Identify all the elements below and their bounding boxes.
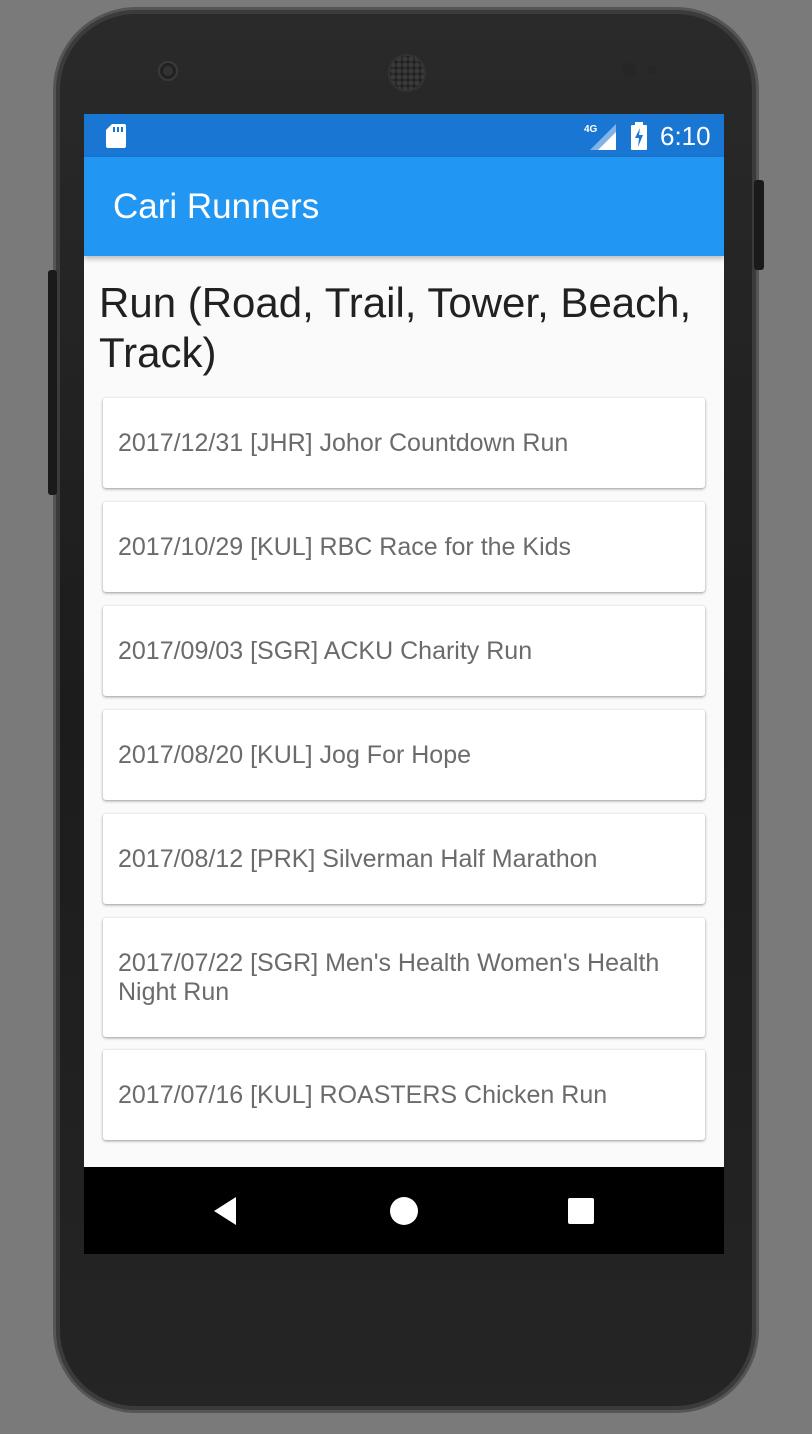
earpiece-speaker-icon — [388, 54, 426, 92]
device-screen: 4G 6:10 Cari Runners Run (Road, Trail, T… — [84, 114, 724, 1254]
status-bar: 4G 6:10 — [84, 114, 724, 157]
light-sensor-icon — [648, 66, 656, 74]
navigation-bar — [84, 1167, 724, 1254]
status-clock: 6:10 — [660, 121, 711, 151]
section-heading: Run (Road, Trail, Tower, Beach, Track) — [99, 279, 692, 376]
app-bar: Cari Runners — [84, 157, 724, 256]
event-title: 2017/08/20 [KUL] Jog For Hope — [118, 740, 472, 769]
list-item[interactable]: 2017/08/12 [PRK] Silverman Half Marathon — [103, 814, 705, 904]
event-title: 2017/08/12 [PRK] Silverman Half Marathon — [118, 844, 598, 873]
power-button[interactable] — [754, 180, 764, 270]
event-title: 2017/09/03 [SGR] ACKU Charity Run — [118, 636, 533, 665]
network-type-label: 4G — [584, 124, 598, 135]
list-item[interactable]: 2017/10/29 [KUL] RBC Race for the Kids — [103, 502, 705, 592]
list-item[interactable]: 2017/07/22 [SGR] Men's Health Women's He… — [103, 918, 705, 1037]
content-area[interactable]: Run (Road, Trail, Tower, Beach, Track) 2… — [84, 256, 724, 1167]
event-title: 2017/07/16 [KUL] ROASTERS Chicken Run — [118, 1080, 608, 1109]
list-item[interactable]: 2017/08/20 [KUL] Jog For Hope — [103, 710, 705, 800]
sd-card-icon — [106, 124, 126, 148]
battery-charging-icon — [631, 122, 647, 150]
recents-icon[interactable] — [561, 1191, 601, 1231]
proximity-sensor-icon — [622, 63, 636, 77]
volume-button[interactable] — [48, 270, 57, 495]
list-item[interactable]: 2017/07/16 [KUL] ROASTERS Chicken Run — [103, 1050, 705, 1140]
event-title: 2017/07/22 [SGR] Men's Health Women's He… — [118, 948, 660, 1006]
list-item[interactable]: 2017/09/03 [SGR] ACKU Charity Run — [103, 606, 705, 696]
event-title: 2017/12/31 [JHR] Johor Countdown Run — [118, 428, 569, 457]
back-icon[interactable] — [206, 1191, 246, 1231]
signal-icon: 4G — [584, 124, 616, 150]
list-item[interactable]: 2017/12/31 [JHR] Johor Countdown Run — [103, 398, 705, 488]
home-icon[interactable] — [384, 1191, 424, 1231]
app-title: Cari Runners — [113, 187, 320, 226]
front-camera-icon — [160, 63, 176, 79]
event-title: 2017/10/29 [KUL] RBC Race for the Kids — [118, 532, 572, 561]
